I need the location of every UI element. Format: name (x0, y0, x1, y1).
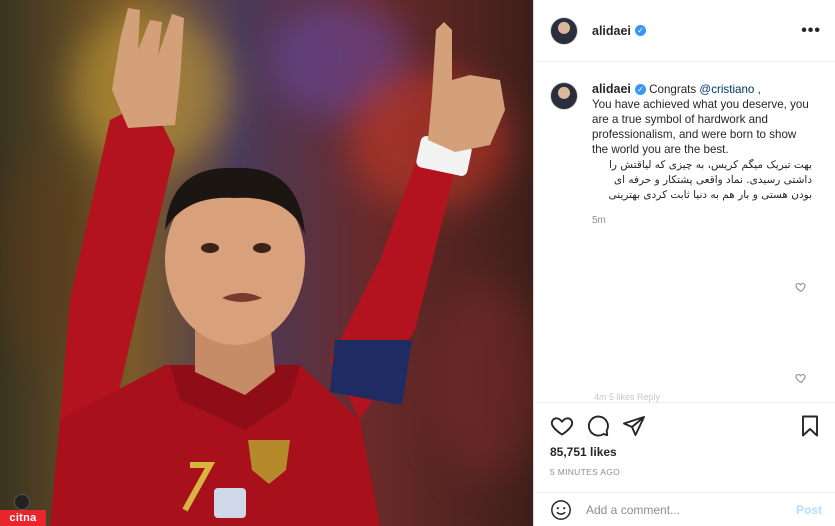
watermark-logo-icon (14, 494, 30, 510)
post-header: alidaei ✓ ••• (534, 0, 835, 62)
post-photo[interactable]: citna (0, 0, 533, 526)
caption-english: You have achieved what you deserve, you … (592, 98, 809, 156)
more-options-icon[interactable]: ••• (801, 22, 821, 40)
comment-like-heart-icon[interactable] (795, 372, 807, 384)
caption-body: alidaei ✓ Congrats @cristiano , You have … (592, 82, 812, 228)
header-username[interactable]: alidaei (592, 24, 631, 38)
emoji-icon[interactable] (550, 499, 572, 521)
comment-meta-faded: 4m 5 likes Reply (594, 392, 661, 402)
comment-input[interactable] (586, 502, 776, 517)
bookmark-icon[interactable] (798, 414, 822, 438)
caption-time: 5m (592, 215, 606, 226)
player-illustration (50, 8, 505, 526)
instagram-post-screenshot: citna alidaei ✓ ••• alidaei ✓ Congrats @c… (0, 0, 835, 526)
caption-suffix: , (754, 83, 761, 96)
likes-count[interactable]: 85,751 likes (550, 445, 822, 459)
post-panel: alidaei ✓ ••• alidaei ✓ Congrats @cristia… (533, 0, 835, 526)
share-icon[interactable] (622, 414, 646, 438)
caption-username[interactable]: alidaei (592, 82, 631, 96)
caption: alidaei ✓ Congrats @cristiano , You have … (550, 82, 822, 228)
caption-persian: بهت تبریک میگم کریس، به چیزی که لیاقتش ر… (608, 159, 812, 201)
mention-link[interactable]: @cristiano (699, 83, 754, 96)
verified-badge-icon: ✓ (634, 84, 646, 95)
add-comment-bar: Post (534, 492, 835, 526)
verified-badge-icon: ✓ (634, 25, 646, 36)
comment-icon[interactable] (586, 414, 610, 438)
comment-like-heart-icon[interactable] (795, 281, 807, 293)
comments-area[interactable]: alidaei ✓ Congrats @cristiano , You have … (534, 62, 835, 402)
actions-row (550, 411, 822, 441)
heart-icon[interactable] (550, 414, 574, 438)
caption-avatar[interactable] (550, 82, 578, 110)
caption-prefix: Congrats (649, 83, 700, 96)
watermark: citna (0, 510, 46, 526)
actions-section: 85,751 likes 5 MINUTES AGO (534, 402, 835, 488)
avatar[interactable] (550, 16, 578, 45)
posted-time[interactable]: 5 MINUTES AGO (550, 467, 822, 477)
post-comment-button[interactable]: Post (796, 503, 822, 517)
